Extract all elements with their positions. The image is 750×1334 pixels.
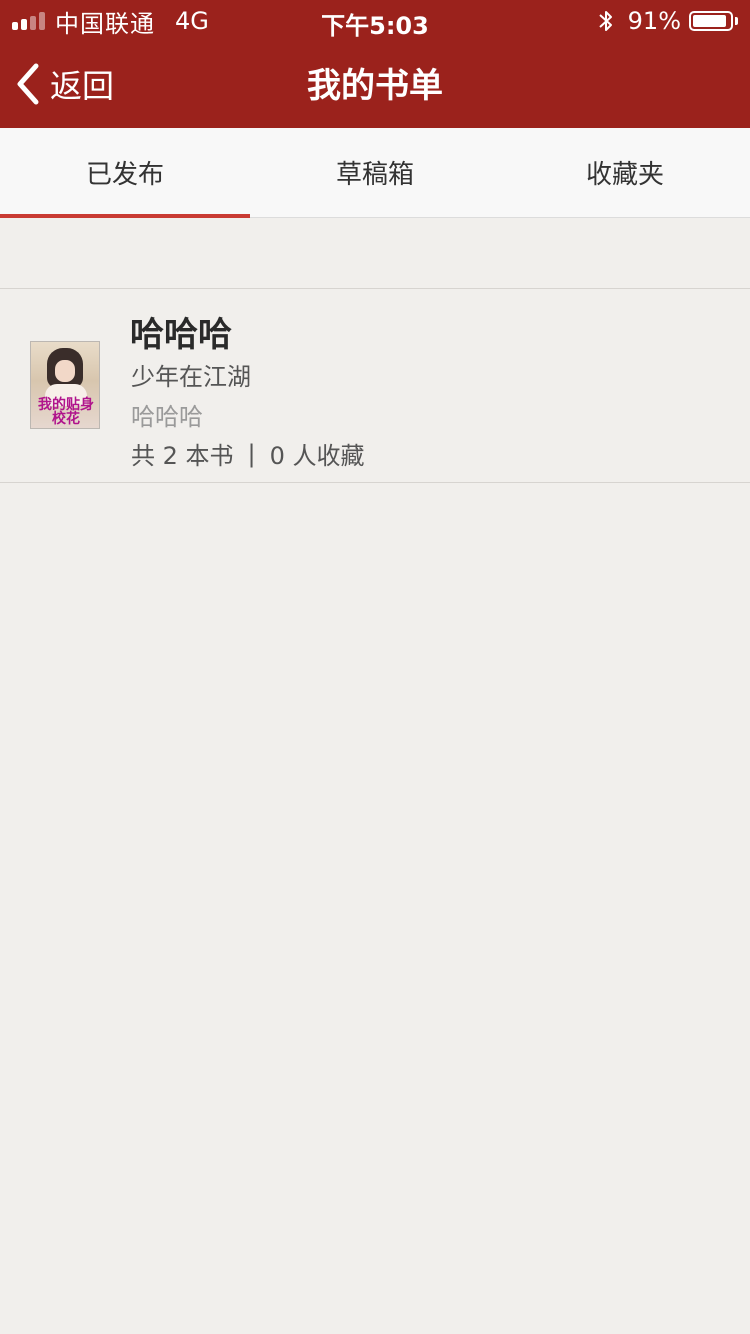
page-title: 我的书单 (307, 66, 443, 106)
booklist-title: 哈哈哈 (130, 315, 232, 355)
app-header: 中国联通 4G 下午5:03 91% 返回 我的书单 (0, 0, 750, 128)
cover-title: 我的贴身校花 (38, 397, 94, 427)
tab-drafts[interactable]: 草稿箱 (250, 128, 500, 217)
bluetooth-icon (598, 11, 612, 31)
book-count: 共 2 本书 (131, 442, 234, 470)
tab-published[interactable]: 已发布 (0, 128, 250, 218)
booklist-stats: 共 2 本书 | 0 人收藏 (131, 436, 365, 471)
booklist-author: 少年在江湖 (131, 363, 251, 391)
battery-percent: 91% (627, 7, 681, 35)
battery-icon (689, 11, 733, 31)
status-right: 91% (596, 6, 738, 36)
status-bar: 中国联通 4G 下午5:03 91% (0, 0, 750, 40)
booklist-item[interactable]: 我的贴身校花 哈哈哈 少年在江湖 哈哈哈 共 2 本书 | 0 人收藏 (0, 288, 750, 483)
book-cover-image: 我的贴身校花 (30, 341, 100, 429)
booklist-description: 哈哈哈 (131, 403, 203, 431)
nav-bar: 返回 我的书单 (0, 40, 750, 128)
tab-favorites[interactable]: 收藏夹 (500, 128, 750, 217)
stats-separator: | (247, 439, 256, 468)
tab-bar: 已发布 草稿箱 收藏夹 (0, 128, 750, 218)
favorite-count: 0 人收藏 (269, 442, 365, 470)
battery-tip (735, 17, 738, 25)
